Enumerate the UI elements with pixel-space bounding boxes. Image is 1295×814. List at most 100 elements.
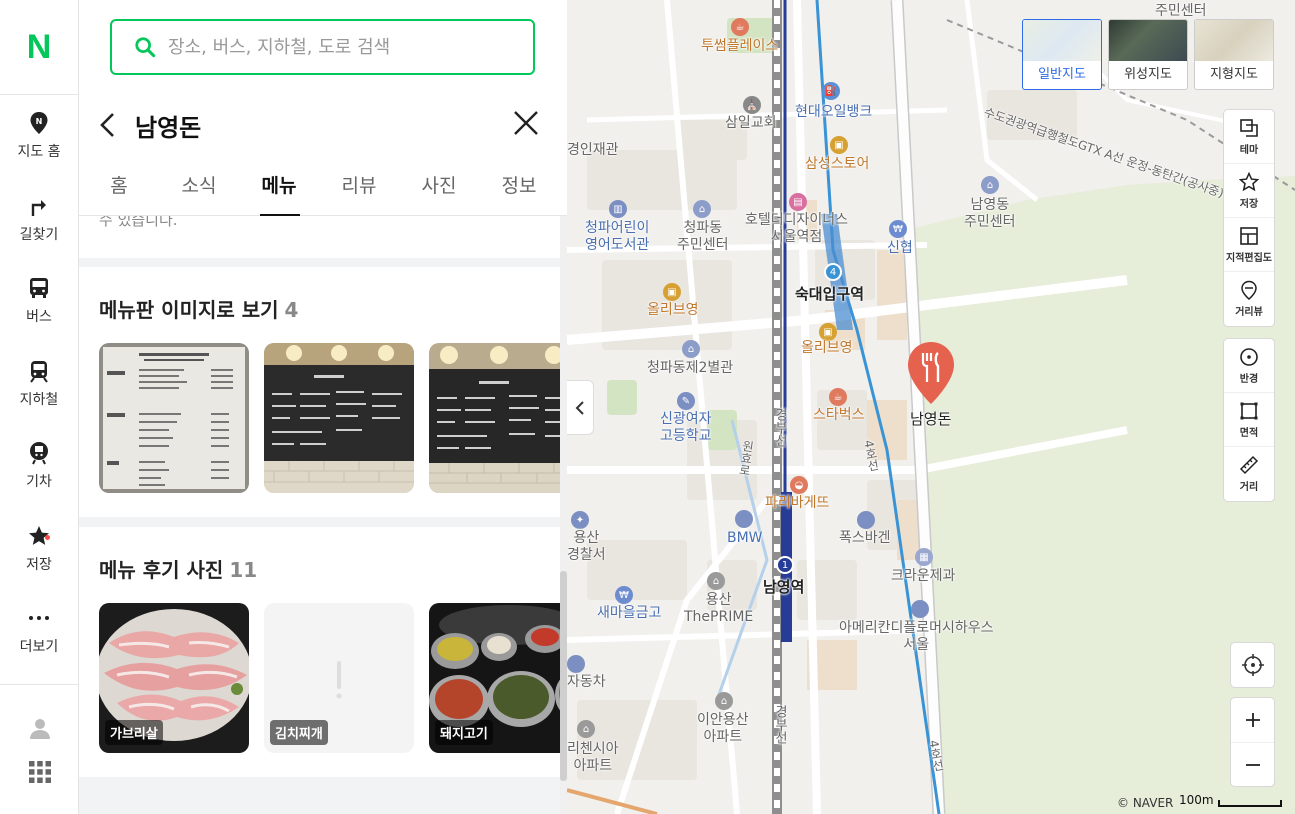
rail-item-more[interactable]: 더보기 [0, 590, 78, 673]
shop-pin-icon[interactable]: ▣ [830, 136, 848, 154]
tool-radius[interactable]: 반경 [1224, 339, 1274, 393]
poi-restaurant-namyoungdon[interactable]: 남영돈 [910, 411, 951, 428]
map-type-normal[interactable]: 일반지도 [1022, 19, 1102, 90]
rail-item-bus[interactable]: 버스 [0, 260, 78, 343]
map-type-terrain[interactable]: 지형지도 [1194, 19, 1274, 90]
tab-review[interactable]: 리뷰 [319, 156, 399, 216]
tab-news[interactable]: 소식 [159, 156, 239, 216]
zoom-in-button[interactable] [1231, 698, 1274, 742]
subway-station-4-icon[interactable]: 4 [824, 263, 842, 281]
poi-paris-baguette[interactable]: 파리바게뜨 [765, 495, 829, 512]
bank-pin-icon[interactable]: ₩ [615, 586, 633, 604]
zoom-out-button[interactable] [1231, 742, 1274, 786]
poi-sookdae-station[interactable]: 숙대입구역 [795, 286, 864, 303]
scrollbar-thumb[interactable] [560, 571, 567, 781]
poi-saemaeul[interactable]: 새마을금고 [597, 605, 661, 622]
rail-item-map-home[interactable]: N 지도 홈 [0, 95, 78, 178]
panel-collapse-button[interactable] [567, 380, 594, 435]
rail-item-directions[interactable]: 길찾기 [0, 178, 78, 261]
poi-police[interactable]: 용산 경찰서 [567, 530, 606, 564]
poi-library[interactable]: 청파어린이 영어도서관 [585, 220, 649, 254]
menu-review-photo[interactable]: 돼지고기 [429, 603, 560, 753]
bank-pin-icon[interactable]: ₩ [889, 220, 907, 238]
poi-bmw[interactable]: BMW [727, 530, 763, 547]
poi-cheongpa-center[interactable]: 청파동 주민센터 [677, 220, 729, 254]
poi-richensia[interactable]: 리첸시아 아파트 [567, 741, 619, 775]
poi-shingwang[interactable]: 신광여자 고등학교 [660, 411, 712, 445]
tab-photo[interactable]: 사진 [399, 156, 479, 216]
poi-crown[interactable]: 크라운제과 [891, 568, 955, 585]
menu-review-photo[interactable]: 김치찌개 [264, 603, 414, 753]
car-pin-icon[interactable] [735, 510, 753, 528]
poi-starbucks[interactable]: 스타벅스 [813, 407, 865, 424]
poi-oliveyoung-2[interactable]: 올리브영 [801, 340, 853, 357]
search-input[interactable] [168, 36, 498, 58]
panel-scrollbar[interactable] [560, 216, 567, 814]
shop-pin-icon[interactable]: ▣ [819, 323, 837, 341]
cafe-pin-icon[interactable]: ☕ [731, 18, 749, 36]
library-pin-icon[interactable]: ▥ [609, 200, 627, 218]
church-pin-icon[interactable]: ⛪ [743, 96, 761, 114]
poi-samsung-store[interactable]: 삼성스토어 [805, 156, 869, 173]
poi-shinhyup[interactable]: 신협 [887, 240, 913, 257]
poi-ian[interactable]: 이안용산 아파트 [697, 712, 749, 746]
tool-distance[interactable]: 거리 [1224, 447, 1274, 501]
cafe-pin-icon[interactable]: ☕ [829, 388, 847, 406]
restaurant-pin-icon[interactable] [906, 340, 956, 406]
menu-board-image[interactable] [264, 343, 414, 493]
tool-street-view[interactable]: 거리뷰 [1224, 272, 1274, 326]
tool-theme[interactable]: 테마 [1224, 110, 1274, 164]
tab-home[interactable]: 홈 [79, 156, 159, 216]
school-pin-icon[interactable]: ✎ [677, 392, 695, 410]
close-icon[interactable] [513, 110, 539, 136]
poi-american-house[interactable]: 아메리칸디플로머시하우스 서울 [839, 620, 994, 654]
menu-review-photo[interactable]: 가브리살 [99, 603, 249, 753]
my-location-button[interactable] [1231, 643, 1274, 687]
menu-board-image[interactable] [429, 343, 560, 493]
tool-area[interactable]: 면적 [1224, 393, 1274, 447]
poi-namyoung-center[interactable]: 남영동 주민센터 [964, 197, 1016, 231]
embassy-pin-icon[interactable] [911, 600, 929, 618]
apps-grid-icon[interactable] [28, 760, 52, 784]
car-pin-icon[interactable] [567, 655, 585, 673]
rail-item-saved[interactable]: 저장 [0, 508, 78, 591]
poi-oliveyoung-1[interactable]: 올리브영 [647, 302, 699, 319]
poi-volkswagen[interactable]: 폭스바겐 [839, 530, 891, 547]
back-chevron-icon[interactable] [97, 110, 121, 140]
shop-pin-icon[interactable]: ▣ [663, 283, 681, 301]
search-box[interactable] [110, 19, 535, 75]
poi-cheongpa-annex[interactable]: 청파동제2별관 [647, 360, 733, 377]
building-pin-icon[interactable]: ⌂ [577, 720, 595, 738]
map-view[interactable]: ☕ 투썸플레이스 주민센터 ⛪ 삼일교회 ⛽ 현대오일뱅크 ▣ 삼성스토어 경인… [567, 0, 1295, 814]
company-pin-icon[interactable]: ▦ [915, 548, 933, 566]
poi-motor[interactable]: 자동차 [567, 674, 606, 691]
poi-twosome[interactable]: 투썸플레이스 [701, 38, 778, 55]
menu-board-image[interactable] [99, 343, 249, 493]
poi-namyoung-station[interactable]: 남영역 [763, 579, 804, 596]
car-pin-icon[interactable] [857, 511, 875, 529]
rail-item-train[interactable]: 기차 [0, 425, 78, 508]
bakery-pin-icon[interactable]: ◒ [790, 476, 808, 494]
government-pin-icon[interactable]: ⌂ [682, 340, 700, 358]
gas-pin-icon[interactable]: ⛽ [822, 82, 840, 100]
poi-samil[interactable]: 삼일교회 [725, 115, 777, 132]
government-pin-icon[interactable]: ⌂ [981, 176, 999, 194]
building-pin-icon[interactable]: ⌂ [715, 692, 733, 710]
government-pin-icon[interactable]: ⌂ [693, 200, 711, 218]
poi-hotel[interactable]: 호텔더디자이너스 서울역점 [745, 212, 848, 246]
subway-station-1-icon[interactable]: 1 [776, 556, 794, 574]
tool-save[interactable]: 저장 [1224, 164, 1274, 218]
rail-item-subway[interactable]: 지하철 [0, 343, 78, 426]
tab-info[interactable]: 정보 [479, 156, 559, 216]
hotel-pin-icon[interactable]: ▤ [789, 193, 807, 211]
user-icon[interactable] [28, 716, 52, 740]
poi-hyundai[interactable]: 현대오일뱅크 [795, 104, 872, 121]
building-pin-icon[interactable]: ⌂ [707, 572, 725, 590]
naver-logo[interactable]: N [0, 0, 78, 95]
police-pin-icon[interactable]: ✦ [571, 511, 589, 529]
tool-cadastral[interactable]: 지적편집도 [1224, 218, 1274, 272]
map-type-satellite[interactable]: 위성지도 [1108, 19, 1188, 90]
poi-yongsan-prime[interactable]: 용산 ThePRIME [684, 592, 753, 626]
poi-jumin-center-top[interactable]: 주민센터 [1155, 3, 1207, 20]
poi-gyeongin[interactable]: 경인재관 [567, 142, 619, 159]
